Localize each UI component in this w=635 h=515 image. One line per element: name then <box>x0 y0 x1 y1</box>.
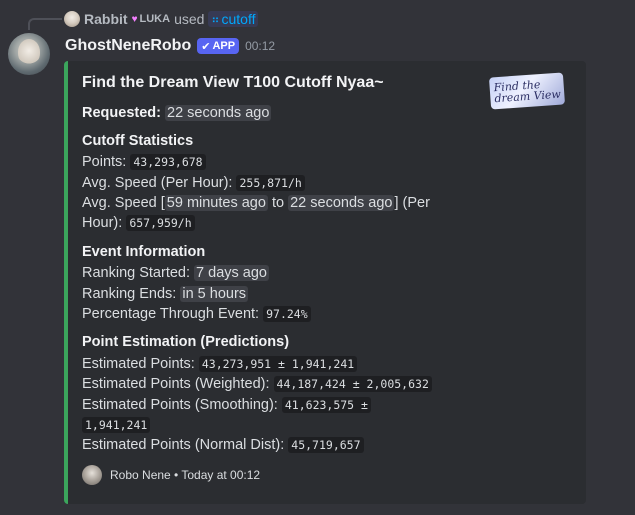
requested-line: Requested: 22 seconds ago <box>82 105 272 121</box>
ranking-started-label: Ranking Started: <box>82 265 191 281</box>
luka-badge-label: LUKA <box>139 13 171 25</box>
smoothing-points-line-2: 1,941,241 <box>82 417 151 433</box>
ranking-started-line: Ranking Started: 7 days ago <box>82 265 269 281</box>
normal-dist-points-line: Estimated Points (Normal Dist): 45,719,6… <box>82 437 364 453</box>
reply-username[interactable]: Rabbit <box>84 11 128 27</box>
cutoff-statistics-title: Cutoff Statistics <box>82 133 194 149</box>
weighted-points-label: Estimated Points (Weighted): <box>82 376 270 392</box>
command-link[interactable]: ⠶ cutoff <box>208 11 259 27</box>
embed-footer: Robo Nene • Today at 00:12 <box>82 465 260 485</box>
weighted-points-line: Estimated Points (Weighted): 44,187,424 … <box>82 376 432 392</box>
percentage-line: Percentage Through Event: 97.24% <box>82 306 311 322</box>
avg-speed-line: Avg. Speed (Per Hour): 255,871/h <box>82 175 305 191</box>
ranking-ends-value: in 5 hours <box>180 286 249 302</box>
footer-avatar-icon <box>82 465 102 485</box>
requested-label: Requested: <box>82 105 161 121</box>
normal-dist-points-label: Estimated Points (Normal Dist): <box>82 437 285 453</box>
command-reply-line: Rabbit ♥ LUKA used ⠶ cutoff <box>64 9 259 29</box>
avg-speed-range-line-2: Hour): 657,959/h <box>82 215 195 231</box>
luka-badge: ♥ LUKA <box>132 13 171 25</box>
checkmark-icon: ✔ <box>201 40 211 53</box>
avg-range-to-word: to <box>271 195 285 211</box>
avg-range-prefix: Avg. Speed [ <box>82 195 165 211</box>
command-name: cutoff <box>221 11 256 27</box>
avg-speed-value: 255,871/h <box>236 175 305 191</box>
ranking-ends-line: Ranking Ends: in 5 hours <box>82 286 249 302</box>
app-badge: ✔ APP <box>197 38 240 54</box>
percentage-label: Percentage Through Event: <box>82 306 260 322</box>
smoothing-points-value: 41,623,575 ± <box>281 397 371 413</box>
avg-range-suffix: ] (Per <box>394 195 430 211</box>
avg-range-to: 22 seconds ago <box>288 195 395 211</box>
point-estimation-title: Point Estimation (Predictions) <box>82 334 290 350</box>
event-information-title: Event Information <box>82 244 206 260</box>
reply-user-avatar[interactable] <box>64 11 80 27</box>
weighted-points-value: 44,187,424 ± 2,005,632 <box>273 376 432 392</box>
bot-avatar[interactable] <box>8 33 50 75</box>
message-timestamp[interactable]: 00:12 <box>245 39 275 53</box>
estimated-points-value: 43,273,951 ± 1,941,241 <box>198 356 358 372</box>
smoothing-points-line: Estimated Points (Smoothing): 41,623,575… <box>82 397 371 413</box>
dream-view-logo: Find the dream View <box>488 72 566 110</box>
smoothing-points-value-2: 1,941,241 <box>82 417 151 433</box>
estimated-points-label: Estimated Points: <box>82 356 195 372</box>
heart-icon: ♥ <box>131 13 138 25</box>
ranking-started-value: 7 days ago <box>194 265 269 281</box>
embed-card: Find the Dream View T100 Cutoff Nyaa~ Fi… <box>64 61 586 504</box>
normal-dist-points-value: 45,719,657 <box>288 437 364 453</box>
avg-speed-range-line: Avg. Speed [59 minutes ago to 22 seconds… <box>82 195 430 211</box>
slash-command-icon: ⠶ <box>211 13 220 26</box>
points-value: 43,293,678 <box>130 154 206 170</box>
points-line: Points: 43,293,678 <box>82 154 206 170</box>
footer-text: Robo Nene • Today at 00:12 <box>110 468 261 482</box>
embed-title: Find the Dream View T100 Cutoff Nyaa~ <box>82 74 384 91</box>
avg-range-from: 59 minutes ago <box>164 195 268 211</box>
reply-connector <box>28 18 62 30</box>
smoothing-points-label: Estimated Points (Smoothing): <box>82 397 278 413</box>
used-text: used <box>174 11 205 27</box>
embed-thumbnail[interactable]: Find the dream View <box>488 71 566 111</box>
ranking-ends-label: Ranking Ends: <box>82 286 177 302</box>
avg-range-hour-label: Hour): <box>82 215 123 231</box>
avg-speed-label: Avg. Speed (Per Hour): <box>82 175 233 191</box>
points-label: Points: <box>82 154 127 170</box>
avg-range-value: 657,959/h <box>126 215 195 231</box>
app-badge-label: APP <box>212 40 236 52</box>
bot-username[interactable]: GhostNeneRobo <box>65 37 191 55</box>
percentage-value: 97.24% <box>263 306 311 322</box>
requested-value: 22 seconds ago <box>165 105 272 121</box>
message-header: GhostNeneRobo ✔ APP 00:12 <box>65 35 275 57</box>
estimated-points-line: Estimated Points: 43,273,951 ± 1,941,241 <box>82 356 358 372</box>
logo-text-2: dream View <box>494 87 562 106</box>
